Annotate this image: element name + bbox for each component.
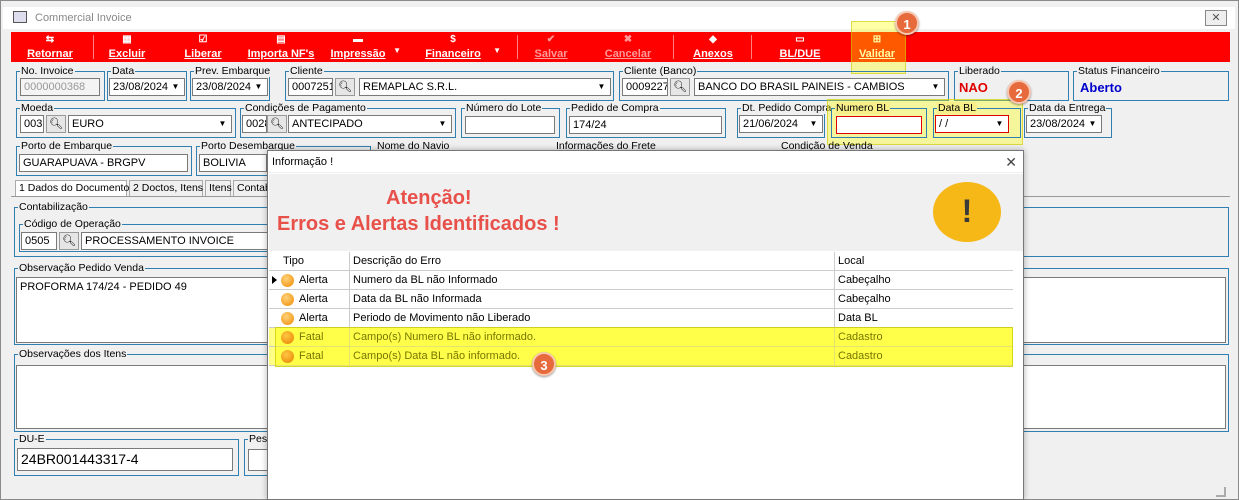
liberar-button[interactable]: ☑ Liberar <box>183 34 223 61</box>
chevron-down-icon[interactable]: ▼ <box>993 117 1006 131</box>
cancel-icon: ✖ <box>623 34 633 45</box>
no-invoice-field[interactable]: 0000000368 <box>20 78 100 96</box>
chevron-down-icon[interactable]: ▼ <box>929 80 942 94</box>
callout-badge-1: 1 <box>895 11 919 35</box>
bl-due-button[interactable]: ▭ BL/DUE <box>777 34 823 61</box>
cond-code-field[interactable]: 0028 <box>242 115 267 133</box>
lote-field[interactable] <box>465 116 555 134</box>
printer-icon: ▬ <box>353 34 363 45</box>
money-icon: $ <box>450 34 456 45</box>
error-row[interactable]: Alerta Data da BL não Informada Cabeçalh… <box>269 290 1013 309</box>
chevron-down-icon[interactable]: ▼ <box>1086 117 1099 131</box>
alert-status-icon <box>281 312 294 325</box>
cancelar-button[interactable]: ✖ Cancelar <box>603 34 653 61</box>
pedido-compra-field[interactable]: 174/24 <box>569 116 722 134</box>
warning-icon: ! <box>933 182 1001 242</box>
cod-operacao-name-field[interactable]: PROCESSAMENTO INVOICE <box>81 232 271 250</box>
row-pointer-icon <box>272 276 277 284</box>
attachment-icon: ◆ <box>709 34 717 45</box>
callout-badge-3: 3 <box>532 352 556 376</box>
col-local[interactable]: Local <box>838 255 864 267</box>
porto-embarque-field[interactable]: GUARAPUAVA - BRGPV <box>19 154 188 172</box>
chevron-down-icon[interactable]: ▼ <box>807 117 820 131</box>
informacao-dialog: Informação ! ✕ Atenção! Erros e Alertas … <box>267 150 1024 500</box>
moeda-code-field[interactable]: 003 <box>20 115 44 133</box>
dialog-title-bar: Informação ! ✕ <box>268 151 1023 173</box>
col-descricao[interactable]: Descrição do Erro <box>353 255 441 267</box>
chevron-down-icon[interactable]: ▼ <box>595 80 608 94</box>
impressao-dropdown-icon[interactable]: ▼ <box>393 46 401 55</box>
due-field[interactable]: 24BR001443317-4 <box>17 448 233 471</box>
callout-badge-2: 2 <box>1007 80 1031 104</box>
document-icon: ▭ <box>795 34 805 45</box>
alert-status-icon <box>281 274 294 287</box>
col-tipo[interactable]: Tipo <box>283 255 304 267</box>
window-close-button[interactable]: ✕ <box>1205 10 1227 26</box>
dt-pedido-field[interactable]: 21/06/2024 ▼ <box>739 115 823 133</box>
tab-itens[interactable]: Itens <box>205 180 232 196</box>
chevron-down-icon[interactable]: ▼ <box>216 117 229 131</box>
data-entrega-field[interactable]: 23/08/2024 ▼ <box>1026 115 1102 133</box>
error-row[interactable]: Alerta Numero da BL não Informado Cabeça… <box>269 271 1013 290</box>
liberado-value: NAO <box>959 80 988 95</box>
importa-nfs-button[interactable]: ▤ Importa NF's <box>247 34 315 61</box>
data-bl-field[interactable]: / / ▼ <box>935 115 1009 133</box>
data-field[interactable]: 23/08/2024 ▼ <box>109 78 185 96</box>
moeda-search-icon[interactable]: 🔍︎ <box>46 115 66 133</box>
cliente-code-field[interactable]: 0007251 <box>288 78 333 96</box>
excluir-button[interactable]: ▦ Excluir <box>107 34 147 61</box>
financeiro-button[interactable]: $ Financeiro ▼ <box>421 34 501 61</box>
check-icon: ☑ <box>198 34 208 45</box>
import-icon: ▤ <box>276 34 286 45</box>
tab-dados-documento[interactable]: 1 Dados do Documento <box>15 180 129 196</box>
banco-search-icon[interactable]: 🔍︎ <box>670 78 690 96</box>
save-icon: ✔ <box>546 34 556 45</box>
banco-code-field[interactable]: 0009227 <box>622 78 668 96</box>
numero-bl-field[interactable] <box>836 116 922 134</box>
cliente-name-field[interactable]: REMAPLAC S.R.L. ▼ <box>359 78 611 96</box>
delete-icon: ▦ <box>122 34 132 45</box>
banco-name-field[interactable]: BANCO DO BRASIL PAINEIS - CAMBIOS ▼ <box>694 78 945 96</box>
alert-status-icon <box>281 293 294 306</box>
cod-operacao-search-icon[interactable]: 🔍︎ <box>59 232 79 250</box>
errors-grid-header: Tipo Descrição do Erro Local <box>269 252 1013 271</box>
cond-name-field[interactable]: ANTECIPADO ▼ <box>288 115 452 133</box>
cond-search-icon[interactable]: 🔍︎ <box>267 115 287 133</box>
chevron-down-icon[interactable]: ▼ <box>169 80 182 94</box>
moeda-name-field[interactable]: EURO ▼ <box>68 115 232 133</box>
dialog-alert-header: Atenção! Erros e Alertas Identificados !… <box>269 174 1023 251</box>
dialog-heading-attention: Atenção! <box>386 187 472 209</box>
impressao-button[interactable]: ▬ Impressão ▼ <box>329 34 401 61</box>
dialog-close-icon[interactable]: ✕ <box>1005 154 1017 171</box>
cliente-search-icon[interactable]: 🔍︎ <box>335 78 355 96</box>
fatal-rows-highlight <box>275 327 1013 367</box>
dialog-title: Informação ! <box>272 156 334 168</box>
error-row[interactable]: Alerta Periodo de Movimento não Liberado… <box>269 309 1013 328</box>
retornar-button[interactable]: ⇆ Retornar <box>25 34 75 61</box>
status-financeiro-value: Aberto <box>1080 80 1122 95</box>
return-icon: ⇆ <box>45 34 55 45</box>
title-bar: Commercial Invoice ✕ <box>3 7 1235 29</box>
cod-operacao-code-field[interactable]: 0505 <box>21 232 57 250</box>
dialog-heading-errors: Erros e Alertas Identificados ! <box>277 213 560 235</box>
anexos-button[interactable]: ◆ Anexos <box>691 34 735 61</box>
tab-doctos-itens[interactable]: 2 Doctos, Itens <box>129 180 203 196</box>
window-title: Commercial Invoice <box>35 12 132 24</box>
porto-desembarque-field[interactable]: BOLIVIA <box>199 154 267 172</box>
toolbar: ⇆ Retornar ▦ Excluir ☑ Liberar ▤ Importa NF'… <box>11 32 1230 62</box>
financeiro-dropdown-icon[interactable]: ▼ <box>493 46 501 55</box>
app-icon <box>13 11 27 23</box>
salvar-button[interactable]: ✔ Salvar <box>531 34 571 61</box>
resize-grip-icon[interactable] <box>1216 487 1226 497</box>
prev-embarque-field[interactable]: 23/08/2024 ▼ <box>192 78 268 96</box>
chevron-down-icon[interactable]: ▼ <box>436 117 449 131</box>
chevron-down-icon[interactable]: ▼ <box>252 80 265 94</box>
